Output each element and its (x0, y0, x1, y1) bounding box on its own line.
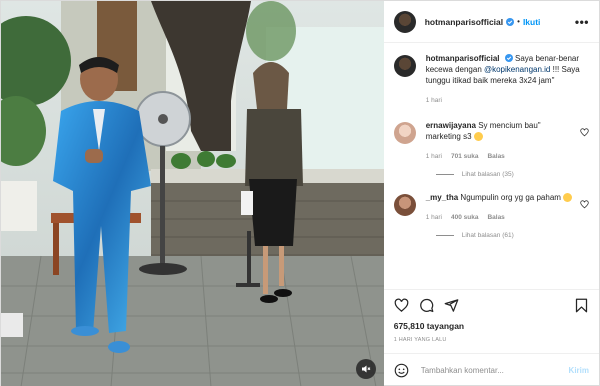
grinning-face-icon (563, 193, 573, 202)
share-icon[interactable] (444, 298, 459, 313)
more-options-icon[interactable]: ••• (575, 15, 589, 29)
header-separator: • (517, 17, 520, 26)
view-count[interactable]: 675,810 tayangan (394, 321, 589, 331)
comment-input[interactable] (420, 366, 569, 375)
comment-time[interactable]: 1 hari (426, 151, 442, 162)
post-date[interactable]: 1 HARI YANG LALU (394, 337, 589, 343)
comment-meta: 1 hari 701 suka Balas (426, 151, 574, 162)
bookmark-icon[interactable] (574, 298, 589, 313)
view-replies-label: Lihat balasan (61) (461, 232, 514, 239)
verified-badge-icon (506, 17, 515, 26)
follow-button[interactable]: Ikuti (523, 17, 540, 27)
avatar[interactable] (393, 10, 416, 33)
comment-time[interactable]: 1 hari (426, 212, 442, 223)
header-username[interactable]: hotmanparisofficial (425, 17, 503, 27)
avatar[interactable] (393, 55, 416, 77)
video-frame (1, 1, 384, 386)
add-comment-bar: Kirim (383, 353, 599, 386)
comment: _my_tha Ngumpulin org yg ga paham 1 hari… (393, 192, 589, 223)
avatar[interactable] (393, 122, 416, 144)
view-replies-button[interactable]: Lihat balasan (35) (435, 171, 589, 178)
replies-divider (435, 235, 454, 236)
heart-icon[interactable] (580, 128, 589, 137)
caption-time[interactable]: 1 hari (426, 95, 442, 106)
comment-username[interactable]: _my_tha (426, 193, 458, 202)
comment-body: ernawijayana Sy mencium bau" marketing s… (426, 120, 574, 162)
comment-likes[interactable]: 400 suka (451, 212, 478, 223)
comment-body: _my_tha Ngumpulin org yg ga paham 1 hari… (426, 192, 574, 223)
caption-username[interactable]: hotmanparisofficial (426, 54, 500, 63)
caption: hotmanparisofficial Saya benar-benar kec… (393, 53, 589, 106)
view-replies-label: Lihat balasan (35) (461, 171, 514, 178)
post-side-panel: hotmanparisofficial • Ikuti ••• hotmanpa… (383, 1, 599, 386)
mute-button[interactable] (356, 359, 376, 379)
verified-badge-icon (504, 54, 513, 62)
action-icons (394, 298, 589, 313)
comment-username[interactable]: ernawijayana (426, 121, 476, 130)
emoji-icon[interactable] (394, 363, 409, 378)
caption-meta: 1 hari (426, 95, 589, 106)
comment: ernawijayana Sy mencium bau" marketing s… (393, 120, 589, 162)
heart-icon[interactable] (580, 200, 589, 209)
post-comment-button[interactable]: Kirim (569, 366, 589, 375)
replies-divider (435, 174, 454, 175)
instagram-post: hotmanparisofficial • Ikuti ••• hotmanpa… (0, 0, 600, 386)
avatar[interactable] (393, 194, 416, 216)
comment-meta: 1 hari 400 suka Balas (426, 212, 574, 223)
comment-likes[interactable]: 701 suka (451, 151, 478, 162)
comment-text: Ngumpulin org yg ga paham (460, 193, 561, 202)
speaker-muted-icon (362, 365, 371, 373)
comment-icon[interactable] (419, 298, 434, 313)
caption-body: hotmanparisofficial Saya benar-benar kec… (426, 53, 589, 106)
reply-button[interactable]: Balas (487, 212, 504, 223)
caption-mention-link[interactable]: @kopikenangan.id (484, 65, 550, 74)
reply-button[interactable]: Balas (487, 151, 504, 162)
view-replies-button[interactable]: Lihat balasan (61) (435, 232, 589, 239)
grinning-face-icon (473, 132, 483, 141)
heart-icon[interactable] (394, 298, 409, 313)
comments-list: hotmanparisofficial Saya benar-benar kec… (384, 43, 599, 289)
post-header: hotmanparisofficial • Ikuti ••• (383, 1, 599, 43)
post-video[interactable] (1, 1, 384, 386)
